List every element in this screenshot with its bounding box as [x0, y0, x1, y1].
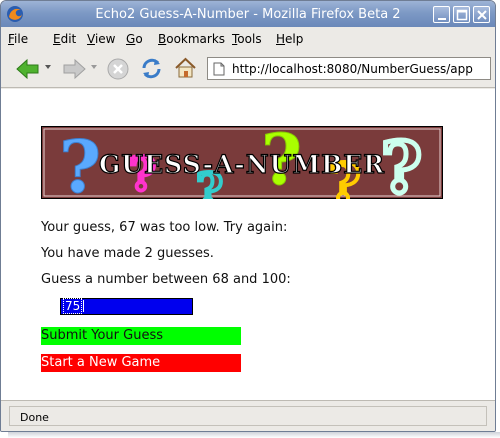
- svg-text:?: ?: [381, 126, 422, 199]
- window-title: Echo2 Guess-A-Number - Mozilla Firefox B…: [95, 7, 401, 22]
- svg-text:?: ?: [59, 126, 101, 199]
- menu-bookmarks-mnemonic: B: [158, 32, 167, 46]
- stop-icon: [107, 58, 129, 80]
- menu-go-mnemonic: G: [126, 32, 136, 46]
- menu-edit-mnemonic: E: [53, 32, 61, 46]
- maximize-button[interactable]: [453, 6, 470, 23]
- minimize-icon: [438, 18, 446, 20]
- submit-guess-button[interactable]: Submit Your Guess: [41, 327, 241, 345]
- close-icon: [477, 10, 487, 20]
- feedback-text: Your guess, 67 was too low. Try again:: [41, 220, 288, 235]
- home-icon[interactable]: [173, 56, 198, 81]
- status-text: Done: [20, 411, 49, 424]
- menu-tools-label: ools: [237, 32, 262, 46]
- menu-view[interactable]: View: [87, 32, 115, 46]
- status-bar: Done: [1, 400, 495, 431]
- menu-bookmarks[interactable]: Bookmarks: [158, 32, 225, 46]
- url-bar[interactable]: http://localhost:8080/NumberGuess/app: [207, 57, 491, 80]
- menu-edit[interactable]: Edit: [53, 32, 76, 46]
- back-dropdown-icon[interactable]: [44, 63, 52, 71]
- url-text: http://localhost:8080/NumberGuess/app: [232, 62, 473, 76]
- menu-file[interactable]: File: [8, 32, 28, 46]
- page-content: ? ? ? ? ? ? GUESS-A-NUMBER Your guess, 6…: [1, 89, 495, 400]
- back-arrow-icon[interactable]: [15, 58, 41, 80]
- guess-input[interactable]: 75: [60, 298, 193, 315]
- minimize-button[interactable]: [433, 6, 450, 23]
- banner-title: GUESS-A-NUMBER: [99, 150, 385, 179]
- close-button[interactable]: [473, 6, 490, 23]
- browser-window: Echo2 Guess-A-Number - Mozilla Firefox B…: [0, 0, 500, 438]
- menu-go-label: o: [135, 32, 143, 46]
- guess-input-value: 75: [63, 298, 83, 314]
- forward-dropdown-icon: [91, 65, 97, 69]
- menu-bookmarks-label: ookmarks: [166, 32, 226, 46]
- navigation-toolbar: http://localhost:8080/NumberGuess/app: [1, 50, 495, 88]
- menu-go[interactable]: Go: [126, 32, 143, 46]
- new-game-button[interactable]: Start a New Game: [41, 354, 241, 372]
- menu-view-label: iew: [94, 32, 116, 46]
- menu-help-label: elp: [285, 32, 304, 46]
- guess-count-text: You have made 2 guesses.: [41, 246, 214, 261]
- reload-icon[interactable]: [139, 56, 164, 81]
- menu-help[interactable]: Help: [276, 32, 303, 46]
- window-frame: Echo2 Guess-A-Number - Mozilla Firefox B…: [0, 0, 496, 432]
- window-shadow: [8, 432, 500, 438]
- page-icon: [213, 62, 225, 76]
- status-panel: Done: [9, 406, 487, 426]
- text-caret: [83, 300, 85, 312]
- menu-view-mnemonic: V: [87, 32, 95, 46]
- title-bar[interactable]: Echo2 Guess-A-Number - Mozilla Firefox B…: [1, 1, 495, 27]
- menu-tools[interactable]: Tools: [232, 32, 262, 46]
- forward-arrow-icon: [63, 58, 86, 80]
- range-prompt-text: Guess a number between 68 and 100:: [41, 272, 291, 287]
- menu-edit-label: dit: [60, 32, 77, 46]
- menu-file-label: ile: [14, 32, 29, 46]
- guess-a-number-banner: ? ? ? ? ? ? GUESS-A-NUMBER: [41, 126, 443, 199]
- menu-bar: File Edit View Go Bookmarks Tools Help: [1, 27, 495, 50]
- menu-help-mnemonic: H: [276, 32, 286, 46]
- maximize-icon: [456, 9, 468, 21]
